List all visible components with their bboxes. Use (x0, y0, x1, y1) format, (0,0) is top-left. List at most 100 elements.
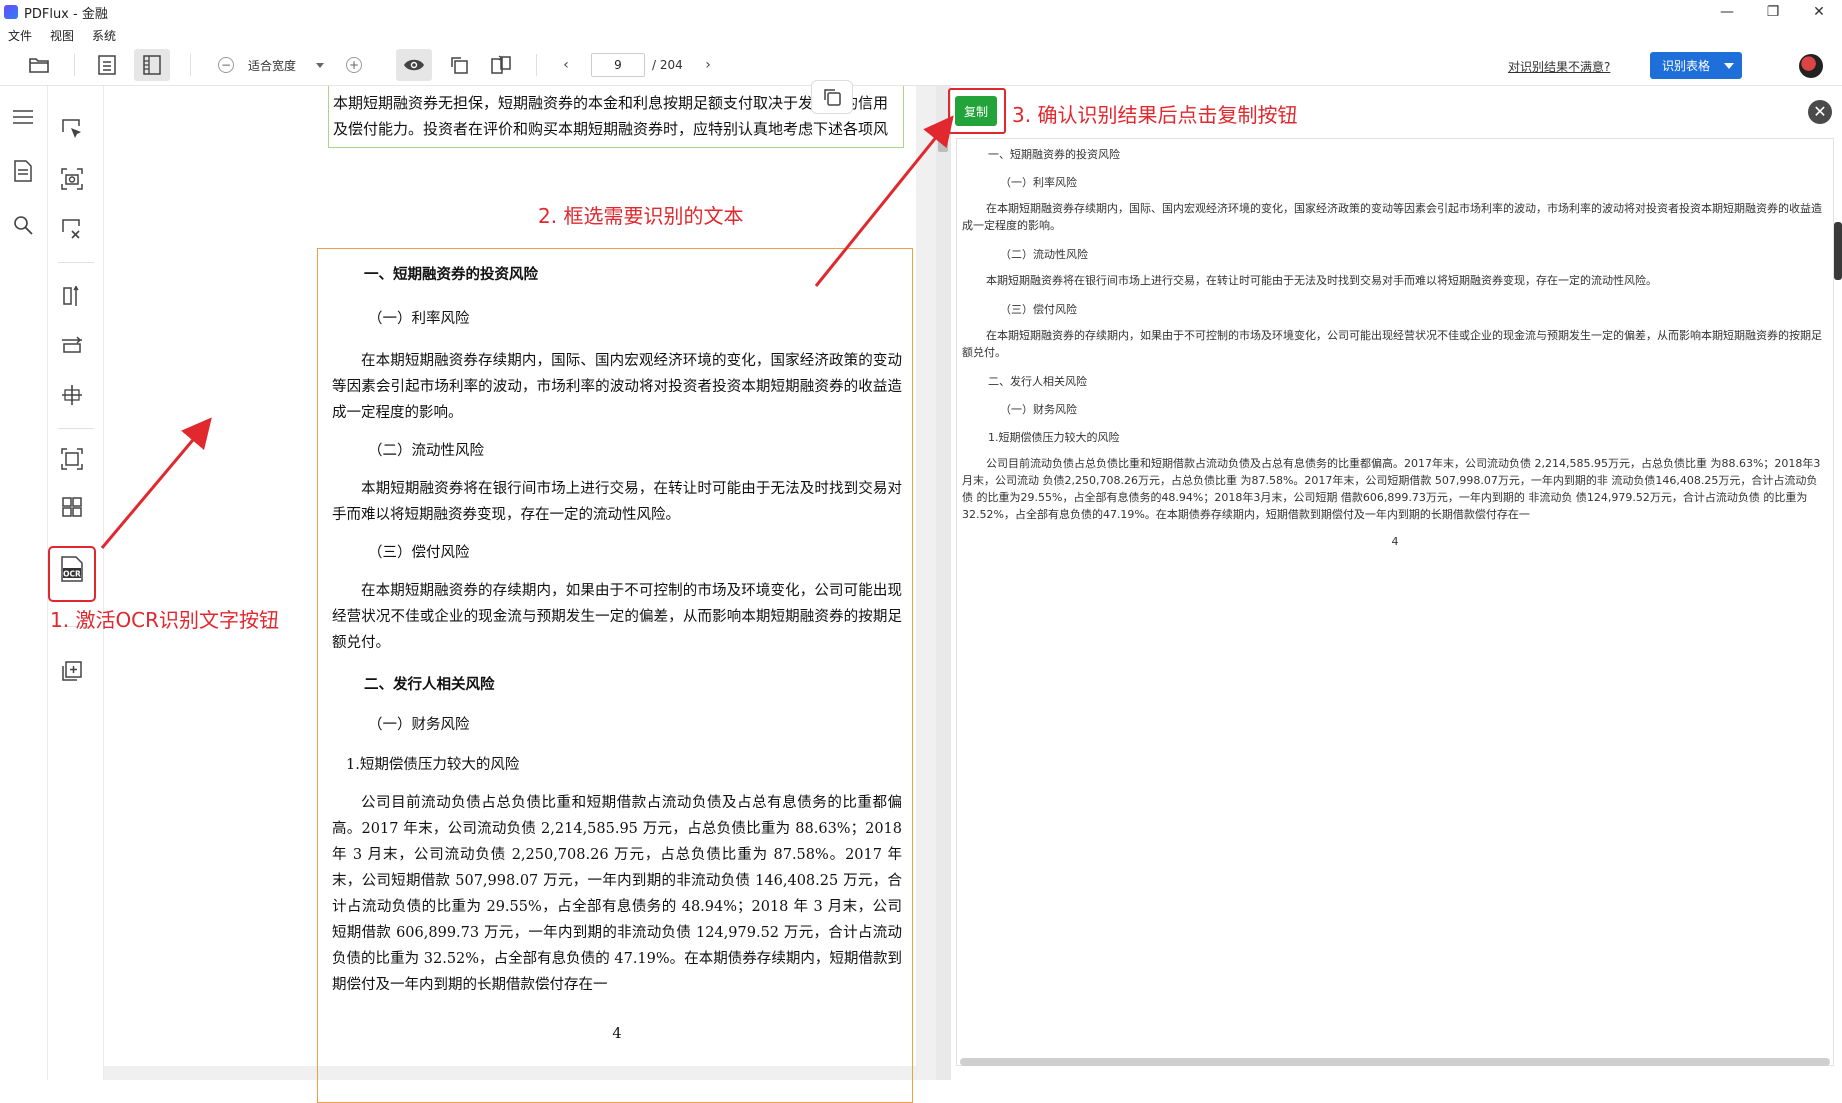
viewer-scrollbar[interactable] (936, 86, 950, 1080)
ocr-highlight-box (48, 546, 96, 602)
grid-icon (62, 497, 82, 517)
annotation-step-2: 2. 框选需要识别的文本 (538, 204, 744, 228)
column-split-icon (63, 285, 79, 306)
paragraph-debt-pressure: 公司目前流动负债占总负债比重和短期借款占流动负债及占总有息债务的比重都偏高。20… (332, 795, 902, 993)
rotate-icon (451, 57, 468, 74)
outline-button[interactable] (6, 100, 40, 134)
zoom-dropdown-icon[interactable] (316, 63, 324, 68)
rotate-page-button[interactable] (446, 53, 472, 77)
continuous-view-button[interactable] (134, 49, 170, 81)
list-icon (13, 110, 33, 124)
prev-page-button[interactable]: ‹ (558, 56, 574, 74)
eye-icon (404, 59, 424, 71)
menu-view[interactable]: 视图 (42, 24, 84, 44)
window-controls: — ❐ ✕ (1704, 0, 1842, 24)
compare-icon (491, 55, 511, 74)
zoom-in-button[interactable]: + (346, 57, 362, 73)
toolbar-separator (74, 54, 75, 76)
pdf-page: 本期短期融资券无担保，短期融资券的本金和利息按期足额支付取决于发行人的信用及偿付… (104, 86, 916, 1103)
paragraph-liquidity-risk: 本期短期融资券将在银行间市场上进行交易，在转让时可能由于无法及时找到交易对手而难… (332, 481, 902, 523)
page-number-input[interactable]: 9 (591, 53, 645, 77)
unsatisfied-feedback-link[interactable]: 对识别结果不满意? (1508, 58, 1610, 75)
cross-split-icon (62, 385, 82, 405)
result-heading-investment-risk: 一、短期融资券的投资风险 (988, 148, 1120, 161)
close-panel-button[interactable]: ✕ (1808, 100, 1832, 124)
result-heading-issuer-risk: 二、发行人相关风险 (988, 375, 1087, 388)
title-bar: PDFlux - 金融 — ❐ ✕ (0, 0, 1842, 24)
insert-row-tool[interactable] (55, 328, 89, 362)
zoom-select[interactable]: 适合宽度 (248, 57, 296, 74)
maximize-button[interactable]: ❐ (1750, 0, 1796, 24)
open-folder-button[interactable] (26, 53, 52, 77)
next-page-button[interactable]: › (700, 56, 716, 74)
merge-pages-tool[interactable] (55, 654, 89, 688)
toolbar: − 适合宽度 + ‹ 9 / 204 › 对识别结果不满意? 识别表格 (0, 44, 1842, 86)
clear-area-icon (62, 219, 80, 239)
grid-layout-tool[interactable] (55, 490, 89, 524)
zoom-out-button[interactable]: − (218, 57, 234, 73)
paragraph-interest-risk: 在本期短期融资券存续期内，国际、国内宏观经济环境的变化，国家经济政策的变动等因素… (332, 353, 902, 421)
heading-issuer-risk: 二、发行人相关风险 (364, 676, 495, 693)
sidebar-separator (58, 428, 94, 429)
menu-system[interactable]: 系统 (84, 24, 126, 44)
search-icon (14, 216, 33, 235)
search-button[interactable] (6, 208, 40, 242)
ocr-result-text[interactable]: 一、短期融资券的投资风险 （一）利率风险 在本期短期融资券存续期内，国际、国内宏… (962, 144, 1828, 550)
viewer-scrollbar-thumb[interactable] (938, 128, 948, 152)
clear-selection-tool[interactable] (55, 212, 89, 246)
subheading-liquidity-risk: （二）流动性风险 (368, 443, 484, 459)
annotation-step-1: 1. 激活OCR识别文字按钮 (50, 608, 280, 632)
row-split-icon (62, 336, 82, 353)
result-side-scroll-thumb[interactable] (1834, 222, 1842, 280)
toolbar-separator (190, 54, 191, 76)
screenshot-tool[interactable] (55, 162, 89, 196)
frame-detect-tool[interactable] (55, 442, 89, 476)
subheading-financial-risk: （一）财务风险 (368, 717, 470, 733)
primary-sidebar (0, 86, 48, 1080)
sidebar-separator (58, 262, 94, 263)
result-subheading-interest-risk: （一）利率风险 (1000, 176, 1077, 189)
page-content: 一、短期融资券的投资风险 （一）利率风险 在本期短期融资券存续期内，国际、国内宏… (332, 256, 902, 1042)
result-subheading-repayment-risk: （三）偿付风险 (1000, 303, 1077, 316)
subheading-debt-pressure: 1.短期偿债压力较大的风险 (346, 757, 520, 773)
insert-column-tool[interactable] (55, 278, 89, 312)
result-subheading-financial-risk: （一）财务风险 (1000, 403, 1077, 416)
annotation-step-3: 3. 确认识别结果后点击复制按钮 (1012, 103, 1298, 127)
camera-icon (61, 168, 83, 190)
result-paragraph-debt-pressure: 公司目前流动负债占总负债比重和短期借款占流动负债及占总有息债务的比重都偏高。20… (962, 457, 1821, 521)
result-horizontal-scrollbar[interactable] (960, 1058, 1830, 1066)
menu-file[interactable]: 文件 (0, 24, 42, 44)
page-number-footer: 4 (612, 1026, 622, 1042)
single-page-icon (98, 55, 116, 75)
copy-icon (824, 89, 841, 106)
floating-copy-button[interactable] (811, 80, 853, 114)
close-window-button[interactable]: ✕ (1796, 0, 1842, 24)
document-icon (14, 160, 32, 182)
toolbar-separator (536, 54, 537, 76)
page-total: / 204 (652, 58, 683, 72)
subheading-interest-risk: （一）利率风险 (368, 311, 470, 327)
recognize-table-label: 识别表格 (1662, 59, 1711, 73)
folder-icon (29, 58, 49, 73)
avatar[interactable] (1799, 54, 1823, 78)
minimize-button[interactable]: — (1704, 0, 1750, 24)
add-page-icon (62, 661, 82, 681)
recognize-table-button[interactable]: 识别表格 (1650, 52, 1742, 79)
compare-pages-button[interactable] (488, 53, 514, 77)
result-paragraph-interest-risk: 在本期短期融资券存续期内，国际、国内宏观经济环境的变化，国家经济政策的变动等因素… (962, 202, 1822, 232)
result-subheading-liquidity-risk: （二）流动性风险 (1000, 248, 1088, 261)
document-list-button[interactable] (6, 154, 40, 188)
preview-toggle-button[interactable] (396, 49, 432, 81)
select-area-tool[interactable] (55, 112, 89, 146)
split-cells-tool[interactable] (55, 378, 89, 412)
paragraph-repayment-risk: 在本期短期融资券的存续期内，如果由于不可控制的市场及环境变化，公司可能出现经营状… (332, 583, 902, 651)
menu-bar: 文件 视图 系统 (0, 24, 126, 44)
window-title: PDFlux - 金融 (24, 6, 108, 22)
document-viewer: 本期短期融资券无担保，短期融资券的本金和利息按期足额支付取决于发行人的信用及偿付… (104, 86, 936, 1103)
copy-highlight-box (948, 88, 1006, 134)
chevron-down-icon[interactable] (1724, 63, 1734, 69)
single-page-view-button[interactable] (94, 53, 120, 77)
app-logo-icon (4, 5, 18, 19)
frame-icon (61, 448, 83, 470)
heading-investment-risk: 一、短期融资券的投资风险 (364, 266, 538, 283)
